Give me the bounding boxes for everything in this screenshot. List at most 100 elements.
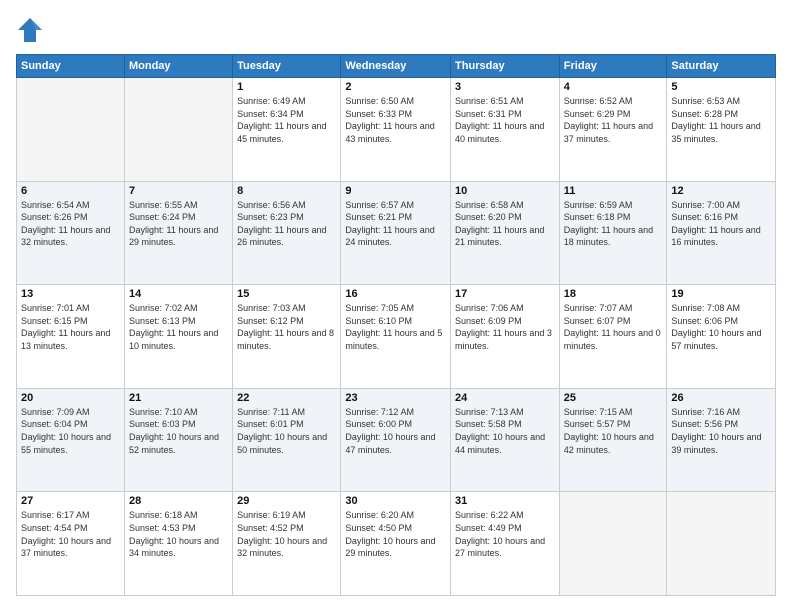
day-number: 11 (564, 185, 663, 197)
table-row: 27 Sunrise: 6:17 AM Sunset: 4:54 PM Dayli… (17, 492, 125, 596)
table-row (17, 78, 125, 182)
day-info: Sunrise: 7:13 AM Sunset: 5:58 PM Dayligh… (455, 406, 555, 456)
table-row: 4 Sunrise: 6:52 AM Sunset: 6:29 PM Daylig… (559, 78, 667, 182)
header (16, 16, 776, 44)
col-wednesday: Wednesday (341, 55, 451, 78)
day-number: 27 (21, 495, 120, 507)
calendar-week-row: 6 Sunrise: 6:54 AM Sunset: 6:26 PM Daylig… (17, 181, 776, 285)
calendar-week-row: 1 Sunrise: 6:49 AM Sunset: 6:34 PM Daylig… (17, 78, 776, 182)
day-info: Sunrise: 6:20 AM Sunset: 4:50 PM Dayligh… (345, 509, 446, 559)
day-number: 2 (345, 81, 446, 93)
day-number: 29 (237, 495, 336, 507)
day-info: Sunrise: 6:19 AM Sunset: 4:52 PM Dayligh… (237, 509, 336, 559)
table-row: 16 Sunrise: 7:05 AM Sunset: 6:10 PM Dayli… (341, 285, 451, 389)
day-number: 21 (129, 392, 228, 404)
day-number: 16 (345, 288, 446, 300)
table-row: 25Sunrise: 7:15 AM Sunset: 5:57 PM Dayli… (559, 388, 667, 492)
table-row: 1 Sunrise: 6:49 AM Sunset: 6:34 PM Daylig… (233, 78, 341, 182)
day-number: 4 (564, 81, 663, 93)
day-info: Sunrise: 6:18 AM Sunset: 4:53 PM Dayligh… (129, 509, 228, 559)
day-info: Sunrise: 6:53 AM Sunset: 6:28 PM Dayligh… (671, 95, 771, 145)
day-number: 12 (671, 185, 771, 197)
table-row: 2 Sunrise: 6:50 AM Sunset: 6:33 PM Daylig… (341, 78, 451, 182)
day-info: Sunrise: 6:50 AM Sunset: 6:33 PM Dayligh… (345, 95, 446, 145)
col-thursday: Thursday (451, 55, 560, 78)
table-row: 13Sunrise: 7:01 AM Sunset: 6:15 PM Dayli… (17, 285, 125, 389)
day-number: 10 (455, 185, 555, 197)
table-row: 9 Sunrise: 6:57 AM Sunset: 6:21 PM Daylig… (341, 181, 451, 285)
col-monday: Monday (124, 55, 232, 78)
day-number: 23 (345, 392, 446, 404)
table-row: 29 Sunrise: 6:19 AM Sunset: 4:52 PM Dayli… (233, 492, 341, 596)
day-info: Sunrise: 6:57 AM Sunset: 6:21 PM Dayligh… (345, 199, 446, 249)
table-row: 14 Sunrise: 7:02 AM Sunset: 6:13 PM Dayli… (124, 285, 232, 389)
day-info: Sunrise: 7:05 AM Sunset: 6:10 PM Dayligh… (345, 302, 446, 352)
day-info: Sunrise: 6:52 AM Sunset: 6:29 PM Dayligh… (564, 95, 663, 145)
table-row: 12 Sunrise: 7:00 AM Sunset: 6:16 PM Dayli… (667, 181, 776, 285)
table-row: 7 Sunrise: 6:55 AM Sunset: 6:24 PM Daylig… (124, 181, 232, 285)
day-number: 19 (671, 288, 771, 300)
table-row: 28 Sunrise: 6:18 AM Sunset: 4:53 PM Dayli… (124, 492, 232, 596)
day-number: 9 (345, 185, 446, 197)
day-info: Sunrise: 6:54 AM Sunset: 6:26 PM Dayligh… (21, 199, 120, 249)
table-row: 15 Sunrise: 7:03 AM Sunset: 6:12 PM Dayli… (233, 285, 341, 389)
day-number: 6 (21, 185, 120, 197)
day-info: Sunrise: 7:09 AM Sunset: 6:04 PM Dayligh… (21, 406, 120, 456)
day-info: Sunrise: 6:17 AM Sunset: 4:54 PM Dayligh… (21, 509, 120, 559)
table-row: 19 Sunrise: 7:08 AM Sunset: 6:06 PM Dayli… (667, 285, 776, 389)
table-row (667, 492, 776, 596)
day-number: 8 (237, 185, 336, 197)
table-row: 23 Sunrise: 7:12 AM Sunset: 6:00 PM Dayli… (341, 388, 451, 492)
day-info: Sunrise: 7:10 AM Sunset: 6:03 PM Dayligh… (129, 406, 228, 456)
day-number: 1 (237, 81, 336, 93)
table-row (559, 492, 667, 596)
table-row: 5 Sunrise: 6:53 AM Sunset: 6:28 PM Daylig… (667, 78, 776, 182)
day-info: Sunrise: 6:51 AM Sunset: 6:31 PM Dayligh… (455, 95, 555, 145)
logo (16, 16, 48, 44)
calendar-week-row: 27 Sunrise: 6:17 AM Sunset: 4:54 PM Dayli… (17, 492, 776, 596)
calendar-week-row: 13Sunrise: 7:01 AM Sunset: 6:15 PM Dayli… (17, 285, 776, 389)
day-number: 28 (129, 495, 228, 507)
calendar: Sunday Monday Tuesday Wednesday Thursday… (16, 54, 776, 596)
day-info: Sunrise: 7:02 AM Sunset: 6:13 PM Dayligh… (129, 302, 228, 352)
day-info: Sunrise: 6:49 AM Sunset: 6:34 PM Dayligh… (237, 95, 336, 145)
table-row: 22Sunrise: 7:11 AM Sunset: 6:01 PM Dayli… (233, 388, 341, 492)
day-info: Sunrise: 7:12 AM Sunset: 6:00 PM Dayligh… (345, 406, 446, 456)
day-info: Sunrise: 7:01 AM Sunset: 6:15 PM Dayligh… (21, 302, 120, 352)
day-info: Sunrise: 7:08 AM Sunset: 6:06 PM Dayligh… (671, 302, 771, 352)
day-number: 17 (455, 288, 555, 300)
col-sunday: Sunday (17, 55, 125, 78)
day-info: Sunrise: 7:11 AM Sunset: 6:01 PM Dayligh… (237, 406, 336, 456)
calendar-week-row: 20 Sunrise: 7:09 AM Sunset: 6:04 PM Dayli… (17, 388, 776, 492)
table-row: 11Sunrise: 6:59 AM Sunset: 6:18 PM Dayli… (559, 181, 667, 285)
day-number: 26 (671, 392, 771, 404)
day-info: Sunrise: 6:58 AM Sunset: 6:20 PM Dayligh… (455, 199, 555, 249)
table-row: 18Sunrise: 7:07 AM Sunset: 6:07 PM Dayli… (559, 285, 667, 389)
table-row (124, 78, 232, 182)
day-info: Sunrise: 7:06 AM Sunset: 6:09 PM Dayligh… (455, 302, 555, 352)
day-number: 18 (564, 288, 663, 300)
day-info: Sunrise: 6:56 AM Sunset: 6:23 PM Dayligh… (237, 199, 336, 249)
day-number: 7 (129, 185, 228, 197)
day-info: Sunrise: 6:55 AM Sunset: 6:24 PM Dayligh… (129, 199, 228, 249)
day-info: Sunrise: 7:16 AM Sunset: 5:56 PM Dayligh… (671, 406, 771, 456)
table-row: 24Sunrise: 7:13 AM Sunset: 5:58 PM Dayli… (451, 388, 560, 492)
day-info: Sunrise: 7:15 AM Sunset: 5:57 PM Dayligh… (564, 406, 663, 456)
day-number: 20 (21, 392, 120, 404)
col-saturday: Saturday (667, 55, 776, 78)
table-row: 6 Sunrise: 6:54 AM Sunset: 6:26 PM Daylig… (17, 181, 125, 285)
day-info: Sunrise: 7:00 AM Sunset: 6:16 PM Dayligh… (671, 199, 771, 249)
day-number: 14 (129, 288, 228, 300)
table-row: 20 Sunrise: 7:09 AM Sunset: 6:04 PM Dayli… (17, 388, 125, 492)
day-number: 5 (671, 81, 771, 93)
col-friday: Friday (559, 55, 667, 78)
table-row: 8 Sunrise: 6:56 AM Sunset: 6:23 PM Daylig… (233, 181, 341, 285)
table-row: 31Sunrise: 6:22 AM Sunset: 4:49 PM Dayli… (451, 492, 560, 596)
day-info: Sunrise: 6:22 AM Sunset: 4:49 PM Dayligh… (455, 509, 555, 559)
calendar-header-row: Sunday Monday Tuesday Wednesday Thursday… (17, 55, 776, 78)
table-row: 21 Sunrise: 7:10 AM Sunset: 6:03 PM Dayli… (124, 388, 232, 492)
table-row: 3Sunrise: 6:51 AM Sunset: 6:31 PM Daylig… (451, 78, 560, 182)
day-info: Sunrise: 7:03 AM Sunset: 6:12 PM Dayligh… (237, 302, 336, 352)
day-number: 30 (345, 495, 446, 507)
day-number: 15 (237, 288, 336, 300)
